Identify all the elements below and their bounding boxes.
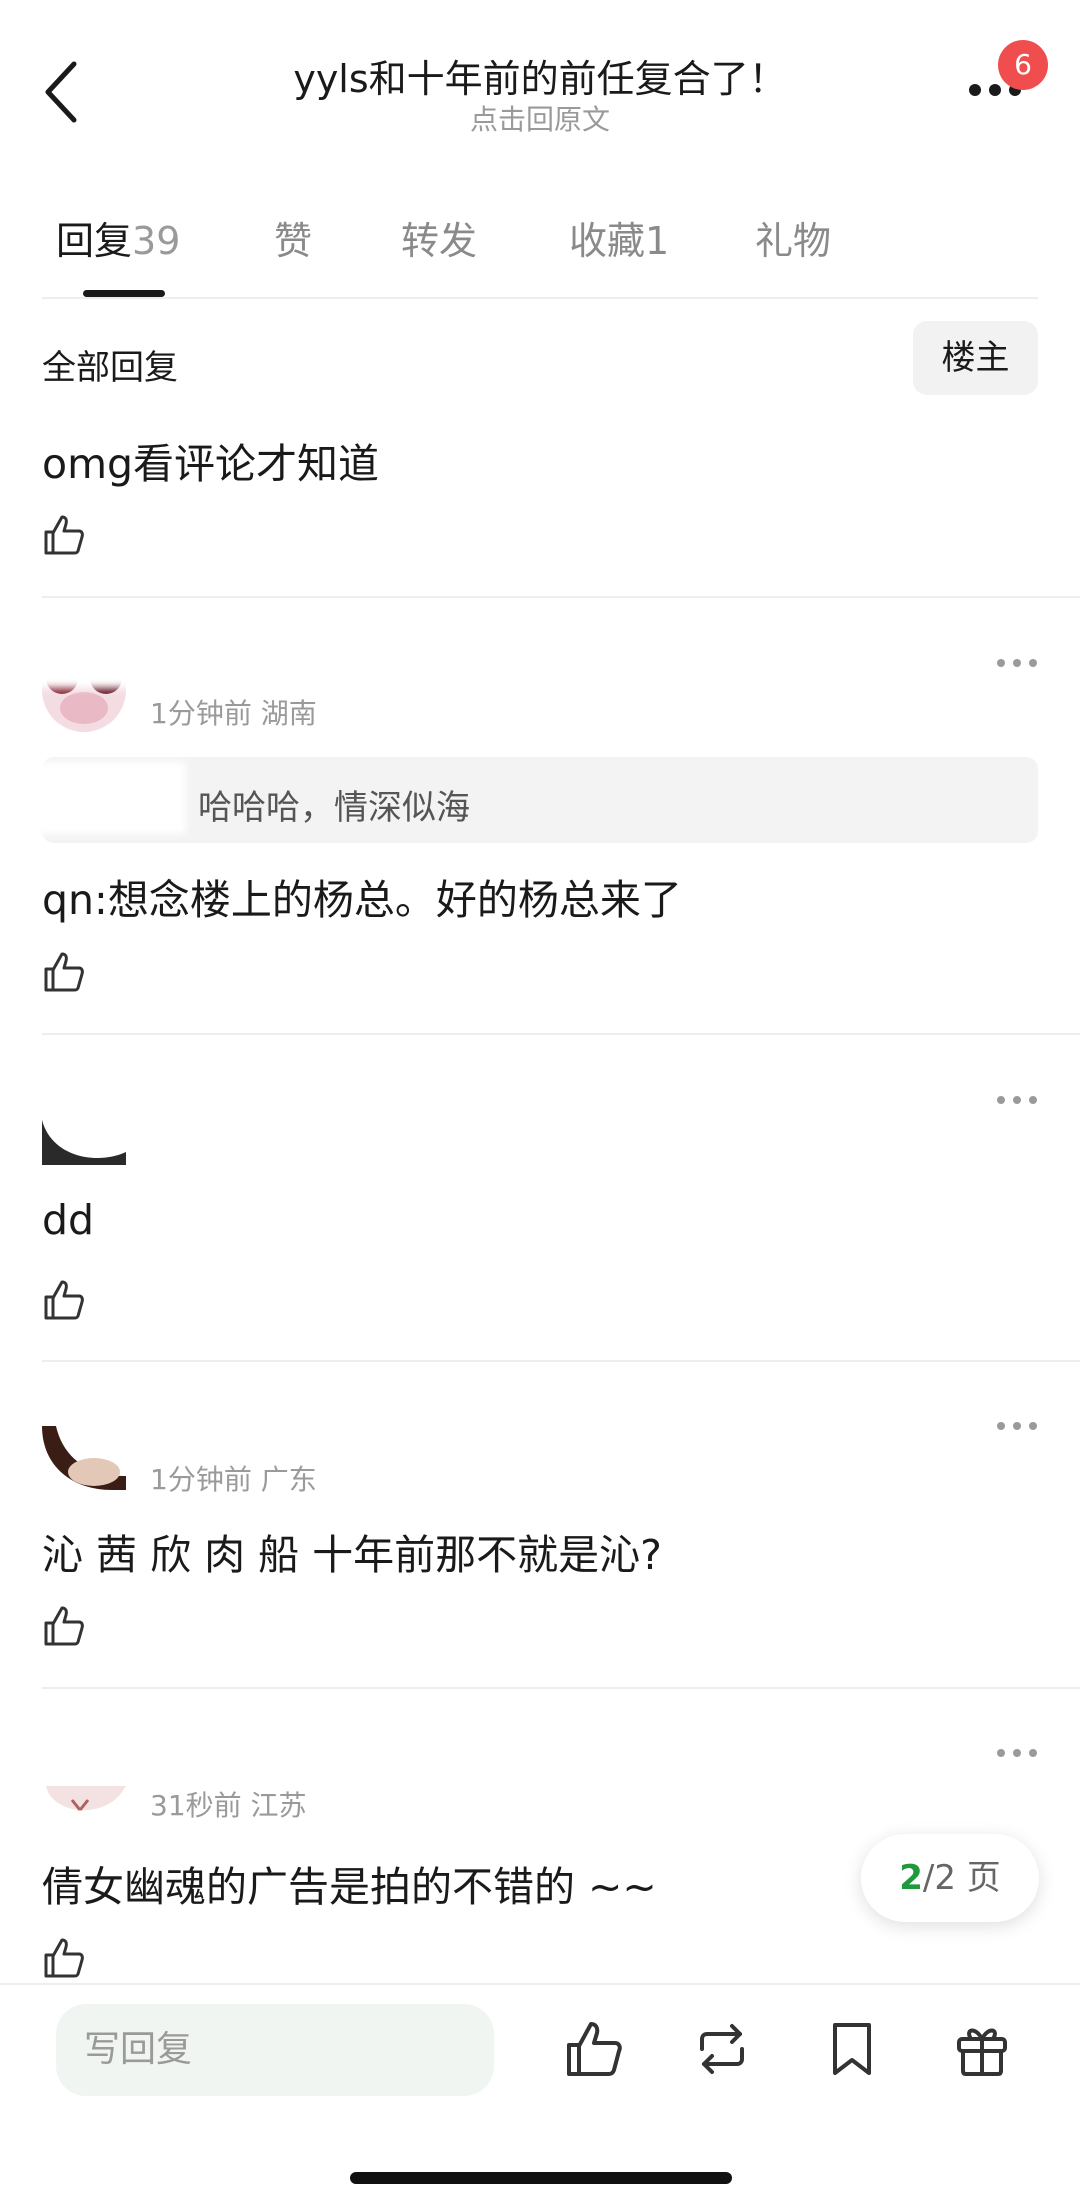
comment-more-icon[interactable]	[995, 1746, 1039, 1760]
post-title[interactable]: yyls和十年前的前任复合了！	[0, 48, 1080, 103]
tab-likes[interactable]: 赞	[274, 210, 312, 265]
thumbs-up-icon[interactable]	[42, 1278, 86, 1322]
page-indicator[interactable]: 2/2 页	[861, 1834, 1039, 1922]
current-page: 2	[899, 1858, 923, 1898]
quoted-reply[interactable]	[42, 757, 1038, 843]
avatar[interactable]	[42, 1406, 126, 1490]
comment-more-icon[interactable]	[995, 1419, 1039, 1433]
tab-reposts[interactable]: 转发	[401, 210, 477, 265]
tab-replies-count: 39	[132, 219, 181, 263]
avatar[interactable]	[42, 1786, 126, 1820]
comment-meta: 1分钟前 广东	[150, 1463, 317, 1496]
thumbs-up-icon[interactable]	[564, 2019, 624, 2079]
op-only-filter-button[interactable]: 楼主	[913, 321, 1038, 395]
thumbs-up-icon[interactable]	[42, 1936, 86, 1980]
comment-text: dd	[42, 1196, 95, 1244]
privacy-blur	[30, 630, 140, 688]
comment-meta: 1分钟前 湖南	[150, 697, 317, 730]
back-to-original-link[interactable]: 点击回原文	[0, 98, 1080, 138]
quoted-reply-text: 哈哈哈，情深似海	[198, 788, 470, 828]
gift-icon[interactable]	[952, 2019, 1012, 2079]
tab-gifts-label: 礼物	[755, 219, 832, 263]
tab-likes-label: 赞	[274, 219, 313, 263]
tab-replies[interactable]: 回复39	[56, 210, 180, 265]
comment-text: omg看评论才知道	[42, 440, 380, 488]
privacy-blur	[36, 762, 186, 834]
tab-bar: 回复39 赞 转发 收藏1 礼物	[0, 210, 1080, 300]
bookmark-icon[interactable]	[822, 2019, 882, 2079]
tab-gifts[interactable]: 礼物	[755, 210, 831, 265]
tab-replies-label: 回复	[56, 219, 133, 263]
privacy-blur	[140, 1428, 340, 1462]
comment-meta: 31秒前 江苏	[150, 1789, 307, 1822]
avatar[interactable]	[42, 1080, 126, 1165]
section-title: 全部回复	[42, 348, 178, 388]
comment-text: 沁 茜 欣 肉 船 十年前那不就是沁?	[42, 1531, 662, 1579]
write-reply-input[interactable]: 写回复	[56, 2004, 494, 2096]
tab-divider	[42, 297, 1038, 299]
comment-divider	[42, 1687, 1080, 1689]
thumbs-up-icon[interactable]	[42, 950, 86, 994]
comment-divider	[42, 596, 1080, 598]
comment-text: qn:想念楼上的杨总。好的杨总来了	[42, 876, 682, 924]
repost-icon[interactable]	[692, 2019, 752, 2079]
tab-favorites-count: 1	[645, 219, 670, 263]
privacy-blur	[140, 1762, 340, 1784]
comment-more-icon[interactable]	[995, 1093, 1039, 1107]
comment-text: 倩女幽魂的广告是拍的不错的 ~~	[42, 1863, 657, 1911]
comment-divider	[42, 1033, 1080, 1035]
thumbs-up-icon[interactable]	[42, 513, 86, 557]
comment-divider	[42, 1360, 1080, 1362]
bottom-bar-divider	[0, 1983, 1080, 1985]
notification-badge: 6	[998, 40, 1048, 90]
home-indicator	[350, 2172, 732, 2184]
tab-reposts-label: 转发	[401, 219, 478, 263]
tab-favorites-label: 收藏	[569, 219, 646, 263]
active-tab-indicator	[83, 290, 165, 297]
tab-favorites[interactable]: 收藏1	[569, 210, 669, 265]
thumbs-up-icon[interactable]	[42, 1604, 86, 1648]
comment-more-icon[interactable]	[995, 656, 1039, 670]
total-pages: /2 页	[922, 1858, 1001, 1898]
